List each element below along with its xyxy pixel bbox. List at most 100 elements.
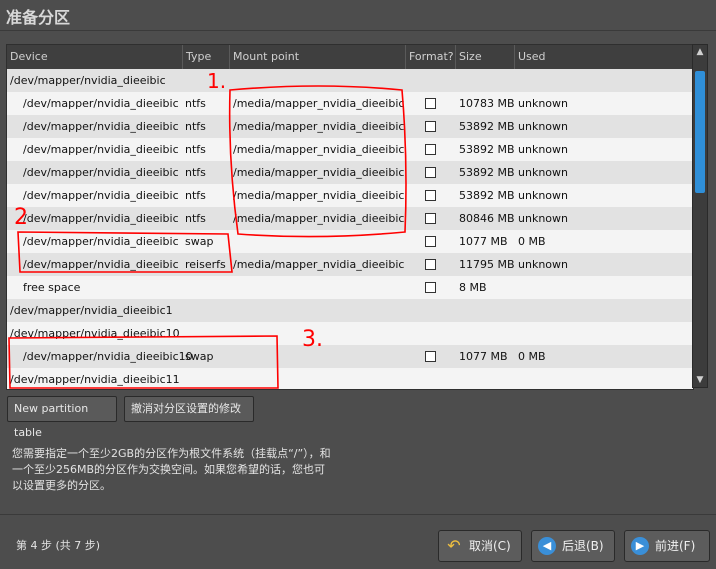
- divider: [0, 30, 716, 31]
- used-cell: unknown: [518, 166, 568, 179]
- size-cell: 53892 MB: [459, 120, 515, 133]
- device-cell: /dev/mapper/nvidia_dieeibic: [23, 189, 179, 202]
- size-cell: [459, 299, 515, 322]
- forward-arrow-icon: ▶: [631, 537, 649, 555]
- column-header-used[interactable]: Used: [515, 45, 693, 69]
- used-cell: [518, 322, 578, 345]
- format-cell: [411, 184, 457, 207]
- table-row[interactable]: /dev/mapper/nvidia_dieeibic10 swap 1077 MB…: [7, 345, 693, 368]
- format-cell: [411, 230, 457, 253]
- format-checkbox[interactable]: [425, 236, 436, 247]
- back-arrow-icon: ◀: [538, 537, 556, 555]
- type-cell: ntfs: [185, 212, 206, 225]
- device-cell: /dev/mapper/nvidia_dieeibic: [23, 212, 179, 225]
- type-cell: ntfs: [185, 97, 206, 110]
- mount-point-cell: /media/mapper_nvidia_dieeibic: [233, 212, 405, 225]
- table-row[interactable]: /dev/mapper/nvidia_dieeibic1: [7, 299, 693, 322]
- mount-point-cell: /media/mapper_nvidia_dieeibic: [233, 166, 405, 179]
- used-cell: unknown: [518, 189, 568, 202]
- format-cell: [411, 276, 457, 299]
- size-cell: [459, 322, 515, 345]
- format-checkbox[interactable]: [425, 282, 436, 293]
- size-cell: [459, 368, 515, 389]
- table-row[interactable]: free space 8 MB: [7, 276, 693, 299]
- used-cell: unknown: [518, 97, 568, 110]
- format-checkbox[interactable]: [425, 213, 436, 224]
- scroll-up-arrow-icon[interactable]: ▲: [694, 46, 706, 58]
- column-header-type[interactable]: Type: [183, 45, 230, 69]
- device-cell: /dev/mapper/nvidia_dieeibic: [23, 97, 179, 110]
- column-header-size[interactable]: Size: [456, 45, 515, 69]
- type-cell: ntfs: [185, 120, 206, 133]
- mount-point-cell: [233, 299, 405, 322]
- type-cell: reiserfs: [185, 258, 226, 271]
- table-row[interactable]: /dev/mapper/nvidia_dieeibic ntfs/media/ma…: [7, 161, 693, 184]
- undo-changes-button[interactable]: 撤消对分区设置的修改: [124, 396, 254, 422]
- table-row[interactable]: /dev/mapper/nvidia_dieeibic11: [7, 368, 693, 389]
- column-header-device[interactable]: Device: [7, 45, 183, 69]
- partition-hint-text: 您需要指定一个至少2GB的分区作为根文件系统（挂载点“/”），和一个至少256M…: [12, 447, 331, 492]
- table-scrollbar[interactable]: ▲ ▼: [692, 44, 708, 388]
- table-header: Device Type Mount point Format? Size Use…: [7, 45, 693, 70]
- mount-point-cell: /media/mapper_nvidia_dieeibic: [233, 189, 405, 202]
- back-button[interactable]: ◀ 后退(B): [531, 530, 615, 562]
- size-cell: 1077 MB: [459, 235, 508, 248]
- type-cell: ntfs: [185, 166, 206, 179]
- format-checkbox[interactable]: [425, 351, 436, 362]
- table-row[interactable]: /dev/mapper/nvidia_dieeibic swap 1077 MB 0 …: [7, 230, 693, 253]
- table-row[interactable]: /dev/mapper/nvidia_dieeibic ntfs/media/ma…: [7, 207, 693, 230]
- column-header-mount-point[interactable]: Mount point: [230, 45, 406, 69]
- format-checkbox[interactable]: [425, 259, 436, 270]
- scroll-thumb[interactable]: [695, 71, 705, 193]
- device-cell: /dev/mapper/nvidia_dieeibic10: [10, 327, 180, 340]
- format-cell: [411, 253, 457, 276]
- device-cell: /dev/mapper/nvidia_dieeibic: [23, 235, 179, 248]
- format-checkbox[interactable]: [425, 144, 436, 155]
- size-cell: [459, 69, 515, 92]
- used-cell: unknown: [518, 143, 568, 156]
- format-checkbox[interactable]: [425, 167, 436, 178]
- table-row[interactable]: /dev/mapper/nvidia_dieeibic ntfs/media/ma…: [7, 92, 693, 115]
- scroll-down-arrow-icon[interactable]: ▼: [694, 374, 706, 386]
- mount-point-cell: [233, 69, 405, 92]
- forward-button[interactable]: ▶ 前进(F): [624, 530, 710, 562]
- table-body: /dev/mapper/nvidia_dieeibic/dev/mapper/n…: [7, 69, 693, 389]
- type-cell: [185, 69, 229, 92]
- column-header-format[interactable]: Format?: [406, 45, 456, 69]
- step-indicator: 第 4 步 (共 7 步): [16, 539, 101, 552]
- page-title: 准备分区: [6, 8, 71, 27]
- mount-point-cell: /media/mapper_nvidia_dieeibic: [233, 143, 405, 156]
- table-row[interactable]: /dev/mapper/nvidia_dieeibic ntfs/media/ma…: [7, 115, 693, 138]
- cancel-button[interactable]: ↶ 取消(C): [438, 530, 522, 562]
- partition-table[interactable]: Device Type Mount point Format? Size Use…: [6, 44, 694, 390]
- format-checkbox[interactable]: [425, 98, 436, 109]
- mount-point-cell: [233, 368, 405, 389]
- format-cell: [411, 115, 457, 138]
- used-cell: 0 MB: [518, 235, 546, 248]
- mount-point-cell: [233, 322, 405, 345]
- table-row[interactable]: /dev/mapper/nvidia_dieeibic ntfs/media/ma…: [7, 184, 693, 207]
- table-row[interactable]: /dev/mapper/nvidia_dieeibic10: [7, 322, 693, 345]
- format-cell: [411, 207, 457, 230]
- used-cell: [518, 69, 578, 92]
- format-checkbox[interactable]: [425, 190, 436, 201]
- used-cell: [518, 368, 578, 389]
- device-cell: /dev/mapper/nvidia_dieeibic: [23, 143, 179, 156]
- used-cell: unknown: [518, 258, 568, 271]
- device-cell: /dev/mapper/nvidia_dieeibic: [23, 166, 179, 179]
- format-cell: [411, 161, 457, 184]
- format-checkbox[interactable]: [425, 121, 436, 132]
- divider: [0, 514, 716, 515]
- device-cell: /dev/mapper/nvidia_dieeibic: [23, 258, 179, 271]
- table-row[interactable]: /dev/mapper/nvidia_dieeibic: [7, 69, 693, 92]
- size-cell: 11795 MB: [459, 258, 515, 271]
- table-row[interactable]: /dev/mapper/nvidia_dieeibic ntfs/media/ma…: [7, 138, 693, 161]
- format-cell: [411, 138, 457, 161]
- size-cell: 10783 MB: [459, 97, 515, 110]
- used-cell: unknown: [518, 120, 568, 133]
- table-row[interactable]: /dev/mapper/nvidia_dieeibic reiserfs/medi…: [7, 253, 693, 276]
- cancel-label: 取消(C): [469, 539, 511, 553]
- used-cell: [518, 276, 578, 299]
- type-cell: ntfs: [185, 189, 206, 202]
- new-partition-table-button[interactable]: New partition table: [7, 396, 117, 439]
